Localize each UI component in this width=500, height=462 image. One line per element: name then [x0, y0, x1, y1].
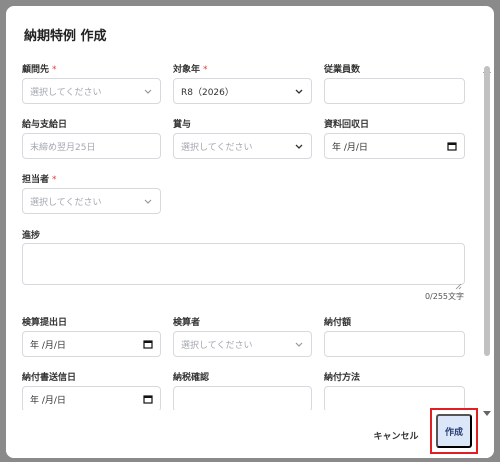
checker-placeholder: 選択してください: [181, 340, 253, 351]
chevron-down-icon: [143, 196, 153, 206]
chevron-down-icon: [294, 141, 304, 151]
create-button[interactable]: 作成: [436, 414, 472, 448]
employee-count-label: 従業員数: [324, 65, 361, 75]
cancel-button[interactable]: キャンセル: [361, 423, 431, 447]
dialog-title: 納期特例 作成: [24, 29, 107, 44]
required-mark: *: [203, 65, 208, 75]
chevron-down-icon: [143, 86, 153, 96]
create-dialog: 納期特例 作成 顧問先 * 選択してください 対象年 * R8（2026） 従業員数…: [6, 6, 494, 458]
assignee-select[interactable]: 選択してください: [22, 188, 161, 214]
scroll-down-arrow-icon[interactable]: [483, 402, 491, 416]
resize-handle-icon[interactable]: [455, 275, 462, 290]
employee-count-input[interactable]: [324, 78, 465, 104]
progress-textarea[interactable]: [22, 243, 465, 290]
bonus-label: 賞与: [173, 120, 192, 130]
scrollbar-thumb[interactable]: [484, 66, 490, 356]
checker-label: 検算者: [173, 318, 201, 328]
chevron-down-icon: [294, 339, 304, 349]
payday-placeholder: 末締め翌月25日: [30, 142, 96, 153]
create-button-highlight: 作成: [430, 408, 478, 454]
check-submit-date-label: 検算提出日: [22, 318, 68, 328]
payment-amount-label: 納付額: [324, 318, 352, 328]
payment-doc-send-date-input[interactable]: 年 /月/日: [22, 386, 161, 412]
bonus-placeholder: 選択してください: [181, 142, 253, 153]
payday-input[interactable]: 末締め翌月25日: [22, 133, 161, 159]
collection-date-input[interactable]: 年 /月/日: [324, 133, 465, 159]
check-submit-date-input[interactable]: 年 /月/日: [22, 331, 161, 357]
progress-label: 進捗: [22, 231, 41, 241]
checker-select[interactable]: 選択してください: [173, 331, 312, 357]
chevron-down-icon: [294, 86, 304, 96]
tax-confirm-label: 納税確認: [173, 373, 210, 383]
calendar-icon[interactable]: [143, 339, 153, 349]
tax-confirm-input[interactable]: [173, 386, 312, 412]
target-year-value: R8（2026）: [181, 87, 234, 98]
payment-amount-input[interactable]: [324, 331, 465, 357]
calendar-icon[interactable]: [447, 141, 457, 151]
client-select[interactable]: 選択してください: [22, 78, 161, 104]
assignee-placeholder: 選択してください: [30, 197, 102, 208]
client-label: 顧問先 *: [22, 65, 57, 75]
calendar-icon[interactable]: [143, 394, 153, 404]
target-year-label: 対象年 *: [173, 65, 208, 75]
scroll-up-arrow-icon[interactable]: [483, 58, 491, 73]
client-placeholder: 選択してください: [30, 87, 102, 98]
required-mark: *: [52, 65, 57, 75]
target-year-select[interactable]: R8（2026）: [173, 78, 312, 104]
required-mark: *: [52, 175, 57, 185]
payment-method-label: 納付方法: [324, 373, 361, 383]
char-counter: 0/255文字: [424, 292, 464, 301]
collection-date-label: 資料回収日: [324, 120, 370, 130]
payday-label: 給与支給日: [22, 120, 68, 130]
bonus-select[interactable]: 選択してください: [173, 133, 312, 159]
payment-doc-send-date-label: 納付書送信日: [22, 373, 77, 383]
assignee-label: 担当者 *: [22, 175, 57, 185]
